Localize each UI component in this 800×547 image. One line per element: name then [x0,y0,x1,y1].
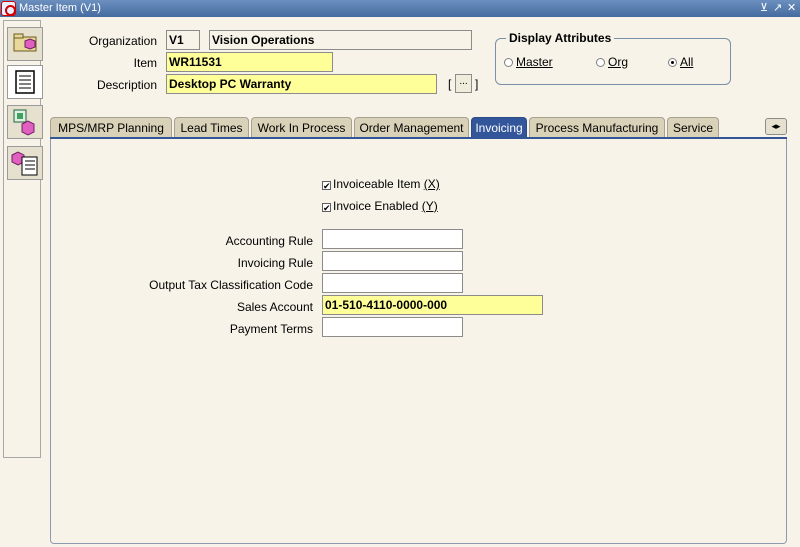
invoiceable-item-shortcut: (X) [423,177,440,191]
invoiceable-item-label: Invoiceable Item [333,177,421,191]
maximize-icon[interactable]: ↗ [773,1,782,14]
categories-button[interactable] [7,105,43,139]
master-radio-label: Master [516,55,553,69]
all-radio-label: All [680,55,694,69]
org-radio-label: Org [608,55,629,69]
invoicing-rule-label: Invoicing Rule [237,256,313,270]
catalog-button[interactable] [7,146,43,180]
oracle-app-icon [1,1,16,16]
invoice-enabled-label: Invoice Enabled [333,199,419,213]
organization-label: Organization [88,34,157,48]
invoiceable-item-checkbox[interactable]: ✔ Invoiceable Item (X) [322,177,440,191]
payment-terms-field[interactable] [322,317,463,337]
window-title: Master Item (V1) [19,2,101,14]
folder-cube-icon [13,33,37,52]
organization-name-field[interactable]: Vision Operations [209,30,472,50]
sales-account-field[interactable]: 01-510-4110-0000-000 [322,295,543,315]
organization-code-field[interactable]: V1 [166,30,200,50]
catalog-icon [11,151,38,176]
all-radio[interactable]: All [668,55,693,69]
tab-lead-times[interactable]: Lead Times [174,117,249,138]
tab-invoicing[interactable]: Invoicing [471,117,527,138]
tab-process-manufacturing[interactable]: Process Manufacturing [529,117,665,138]
radio-circle-selected [668,58,677,67]
radio-circle [596,58,605,67]
close-icon[interactable]: ✕ [787,1,796,14]
categories-icon [13,109,35,136]
checkbox-checked: ✔ [322,181,331,191]
accounting-rule-label: Accounting Rule [225,234,313,248]
item-label: Item [133,56,157,70]
invoice-enabled-shortcut: (Y) [421,199,438,213]
output-tax-classification-label: Output Tax Classification Code [149,278,313,292]
invoice-enabled-checkbox[interactable]: ✔ Invoice Enabled (Y) [322,199,438,213]
output-tax-classification-field[interactable] [322,273,463,293]
accounting-rule-field[interactable] [322,229,463,249]
description-field[interactable]: Desktop PC Warranty [166,74,437,94]
tab-work-in-process[interactable]: Work In Process [251,117,352,138]
sales-account-label: Sales Account [236,300,313,314]
flexfield-bracket-close: ] [475,77,479,91]
radio-circle [504,58,513,67]
list-icon [15,70,35,94]
org-radio[interactable]: Org [596,55,628,69]
flexfield-more-button[interactable]: ... [455,74,472,93]
payment-terms-label: Payment Terms [229,322,313,336]
window-titlebar[interactable]: Master Item (V1) ⊻ ↗ ✕ [0,0,800,17]
display-attributes-title: Display Attributes [506,31,615,45]
tab-service[interactable]: Service [667,117,719,138]
checkbox-checked: ✔ [322,203,331,213]
attributes-button[interactable] [7,65,43,99]
tab-mps-mrp-planning[interactable]: MPS/MRP Planning [50,117,172,138]
description-label: Description [96,78,157,92]
master-radio[interactable]: Master [504,55,553,69]
minimize-icon[interactable]: ⊻ [760,1,768,14]
tab-order-management[interactable]: Order Management [354,117,469,138]
organization-assignment-button[interactable] [7,27,43,61]
tab-underline [50,137,787,139]
invoicing-rule-field[interactable] [322,251,463,271]
flexfield-bracket-open: [ [448,77,452,91]
tab-scroll-arrows-icon[interactable]: ◂▸ [765,118,787,135]
item-field[interactable]: WR11531 [166,52,333,72]
